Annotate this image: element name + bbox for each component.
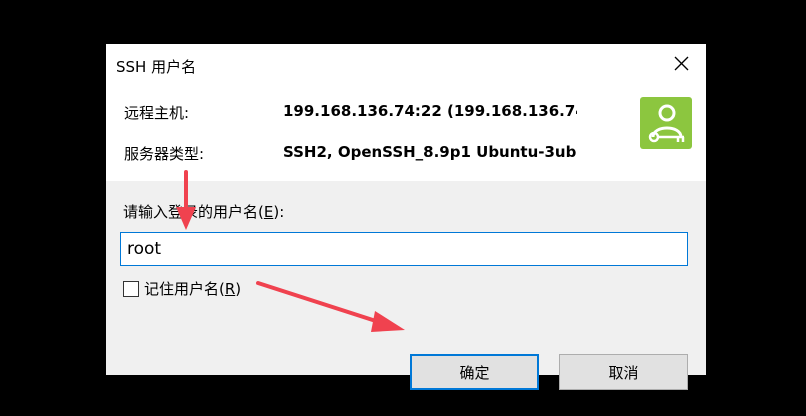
remote-host-label: 远程主机: [124,104,190,122]
prompt-hotkey: E [263,203,274,221]
checkbox-box[interactable] [123,280,139,297]
login-form-panel: 请输入登录的用户名(E): 记住用户名(R) 确定 取消 [106,181,706,390]
connection-info-panel: SSH 用户名 远程主机: 199.168.136.74:22 (199.168… [106,44,706,181]
username-prompt-label: 请输入登录的用户名(E): [123,203,285,221]
remember-username-checkbox[interactable]: 记住用户名(R) [123,278,241,299]
ok-button[interactable]: 确定 [410,354,539,390]
user-key-icon [640,97,692,149]
remember-hotkey: R [224,280,236,298]
ssh-username-dialog: SSH 用户名 远程主机: 199.168.136.74:22 (199.168… [106,44,706,390]
username-input[interactable] [120,232,688,266]
server-type-value: SSH2, OpenSSH_8.9p1 Ubuntu-3ubuntu0.1 [283,143,577,161]
dialog-title: SSH 用户名 [116,58,197,76]
remote-host-value: 199.168.136.74:22 (199.168.136.74) [283,102,577,120]
cancel-button[interactable]: 取消 [559,354,688,390]
remember-username-label: 记住用户名(R) [144,280,242,298]
server-type-label: 服务器类型: [124,145,205,163]
close-button[interactable] [666,50,696,78]
close-icon [674,56,689,71]
